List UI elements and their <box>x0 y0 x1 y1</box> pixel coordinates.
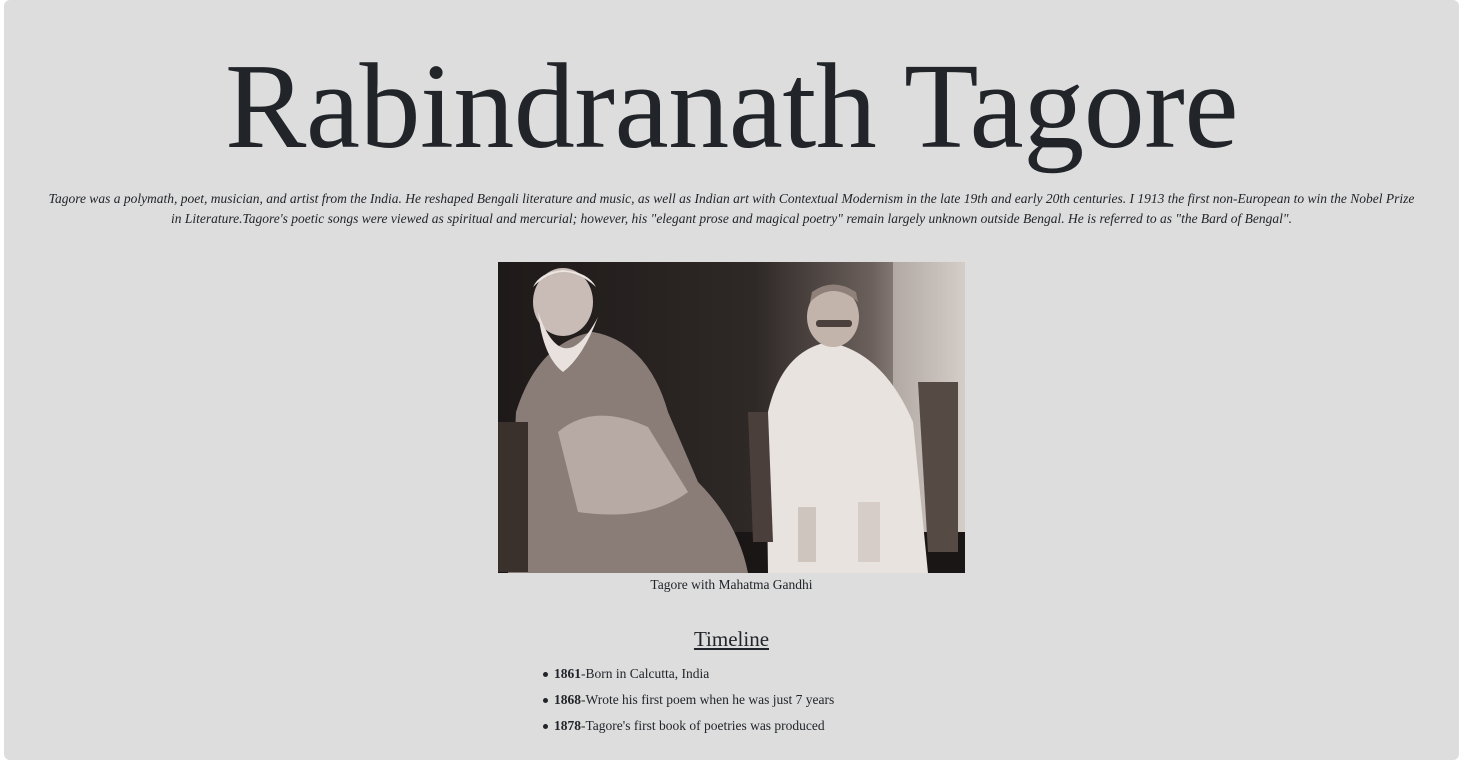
timeline-item: 1868-Wrote his first poem when he was ju… <box>542 690 835 716</box>
timeline-text: -Wrote his first poem when he was just 7… <box>581 692 835 707</box>
timeline-item: 1878-Tagore's first book of poetries was… <box>542 716 834 742</box>
photo-figure: Tagore with Mahatma Gandhi <box>498 262 965 594</box>
main-panel: Rabindranath Tagore Tagore was a polymat… <box>4 0 1459 760</box>
timeline-text: -Born in Calcutta, India <box>581 666 710 681</box>
page-title: Rabindranath Tagore <box>225 39 1238 174</box>
timeline-year: 1861 <box>554 666 581 681</box>
timeline-year: 1868 <box>554 692 581 707</box>
photo-caption: Tagore with Mahatma Gandhi <box>650 577 813 592</box>
timeline-heading: Timeline <box>693 627 770 651</box>
timeline-list: 1861-Born in Calcutta, India 1868-Wrote … <box>542 664 835 742</box>
tagore-gandhi-photo <box>498 262 965 573</box>
intro-paragraph: Tagore was a polymath, poet, musician, a… <box>48 191 1415 226</box>
timeline-item: 1861-Born in Calcutta, India <box>542 664 834 690</box>
